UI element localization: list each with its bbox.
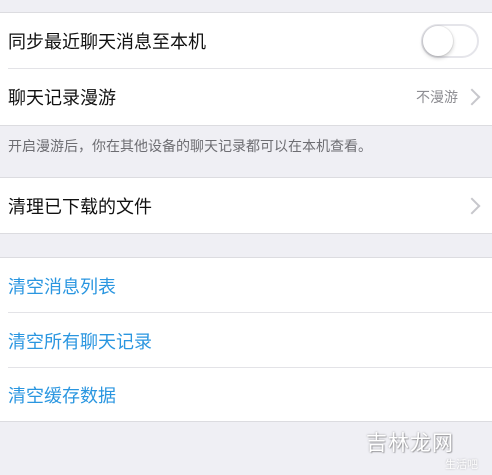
sync-recent-messages-label: 同步最近聊天消息至本机: [8, 32, 206, 53]
watermark-text: 吉林龙网: [366, 431, 454, 455]
chat-history-roaming-label: 聊天记录漫游: [8, 88, 116, 109]
watermark-subtext: 生活吧: [445, 458, 478, 471]
group-bottom-border: [0, 233, 492, 234]
clear-actions-group: 清空消息列表 清空所有聊天记录 清空缓存数据: [0, 258, 492, 421]
group-bottom-border: [0, 125, 492, 126]
chevron-right-icon: [463, 197, 481, 215]
sync-toggle-switch[interactable]: [421, 24, 479, 58]
clear-cache-data-button[interactable]: 清空缓存数据: [0, 368, 492, 421]
clear-downloaded-files-label: 清理已下载的文件: [8, 197, 152, 218]
roaming-status-value: 不漫游: [416, 90, 458, 106]
clear-all-chat-history-label: 清空所有聊天记录: [8, 332, 152, 353]
chat-settings-page: 同步最近聊天消息至本机 聊天记录漫游 不漫游 开启漫游后，你在其他设备的聊天记录…: [0, 0, 492, 475]
chat-history-roaming-row[interactable]: 聊天记录漫游 不漫游: [0, 69, 492, 125]
chevron-right-icon: [463, 88, 481, 106]
clear-message-list-button[interactable]: 清空消息列表: [0, 258, 492, 312]
clear-message-list-label: 清空消息列表: [8, 277, 116, 298]
clear-cache-data-label: 清空缓存数据: [8, 386, 116, 407]
settings-group-sync: 同步最近聊天消息至本机 聊天记录漫游 不漫游: [0, 13, 492, 125]
clear-all-chat-history-button[interactable]: 清空所有聊天记录: [0, 313, 492, 367]
toggle-knob: [423, 26, 453, 56]
sync-recent-messages-row[interactable]: 同步最近聊天消息至本机: [0, 13, 492, 68]
roaming-footnote: 开启漫游后，你在其他设备的聊天记录都可以在本机查看。: [8, 139, 372, 155]
clear-downloaded-files-row[interactable]: 清理已下载的文件: [0, 178, 492, 233]
group-bottom-border: [0, 421, 492, 422]
